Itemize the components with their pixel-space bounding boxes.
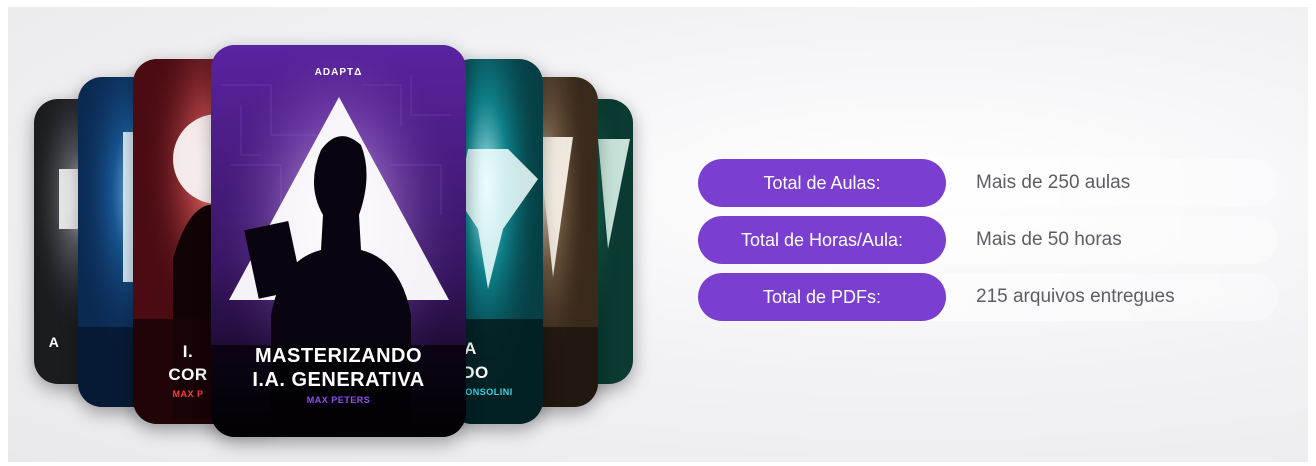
stats-label: Total de Aulas: bbox=[698, 159, 946, 207]
stats-value: Mais de 50 horas bbox=[976, 229, 1122, 250]
card-title-line2: I.A. GENERATIVA bbox=[252, 369, 425, 391]
stats-row-pdfs: Total de PDFs: 215 arquivos entregues bbox=[698, 273, 1278, 321]
stats-row-hours: Total de Horas/Aula: Mais de 50 horas bbox=[698, 216, 1278, 264]
stats-value: 215 arquivos entregues bbox=[976, 286, 1175, 307]
featured-course-card[interactable]: ADAPTΔ MASTERIZANDO I.A. GENERATIVA MAX … bbox=[211, 45, 466, 437]
stats-label: Total de PDFs: bbox=[698, 273, 946, 321]
stats-value: Mais de 250 aulas bbox=[976, 172, 1131, 193]
card-title-line1: MASTERIZANDO bbox=[254, 345, 423, 367]
brand-logo: ADAPTΔ bbox=[314, 67, 363, 78]
card-author: MAX PETERS bbox=[306, 395, 371, 405]
stats-label: Total de Horas/Aula: bbox=[698, 216, 946, 264]
course-stats: Total de Aulas: Mais de 250 aulas Total … bbox=[698, 159, 1278, 330]
hero-banner: A I. COR MAX P A DO CONSOLINI ADAPTΔ MAS… bbox=[8, 7, 1308, 462]
stats-row-lessons: Total de Aulas: Mais de 250 aulas bbox=[698, 159, 1278, 207]
